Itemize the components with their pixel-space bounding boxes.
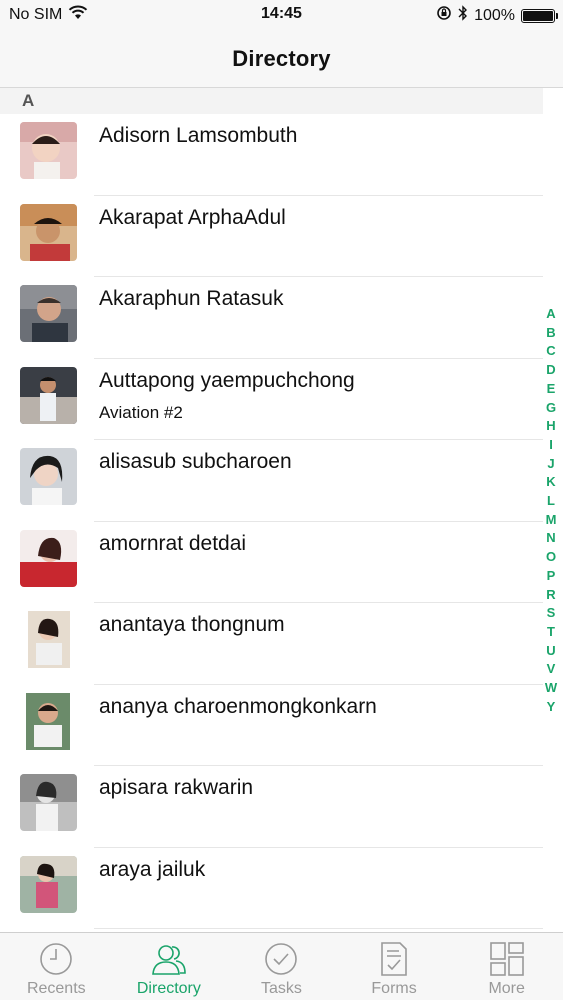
- index-letter[interactable]: K: [546, 473, 555, 492]
- tab-bar: Recents Directory Tasks Forms More: [0, 932, 563, 1000]
- index-letter[interactable]: S: [547, 604, 556, 623]
- page-title: Directory: [232, 45, 331, 71]
- contact-row[interactable]: Adisorn Lamsombuth: [0, 114, 543, 196]
- contact-row[interactable]: amornrat detdai: [0, 522, 543, 603]
- orientation-lock-icon: [436, 5, 452, 26]
- index-letter[interactable]: V: [547, 660, 556, 679]
- tab-label: Directory: [136, 980, 201, 997]
- index-letter[interactable]: N: [546, 529, 555, 548]
- clock-icon: [38, 941, 74, 977]
- index-letter[interactable]: G: [546, 399, 556, 418]
- tab-label: Recents: [26, 980, 86, 997]
- avatar: [20, 529, 77, 587]
- contact-name: anantaya thongnum: [99, 613, 285, 636]
- section-header: A: [0, 88, 543, 114]
- form-document-icon: [376, 941, 412, 977]
- tab-directory[interactable]: Directory: [113, 933, 226, 1000]
- row-divider: [94, 928, 543, 929]
- index-letter[interactable]: A: [546, 305, 555, 324]
- tab-label: More: [488, 980, 525, 997]
- avatar: [20, 855, 77, 913]
- avatar: [20, 774, 77, 831]
- avatar: [20, 448, 77, 505]
- contact-list: Adisorn Lamsombuth Akarapat ArphaAdul Ak…: [0, 114, 543, 929]
- contact-row[interactable]: Auttapong yaempuchchong Aviation #2: [0, 359, 543, 440]
- tab-more[interactable]: More: [450, 933, 563, 1000]
- index-letter[interactable]: I: [549, 436, 553, 455]
- tab-label: Tasks: [261, 980, 302, 997]
- index-letter[interactable]: D: [546, 361, 555, 380]
- tab-forms[interactable]: Forms: [338, 933, 451, 1000]
- contact-row[interactable]: araya jailuk: [0, 848, 543, 929]
- status-bar: No SIM 14:45 100%: [0, 0, 563, 30]
- tab-recents[interactable]: Recents: [0, 933, 113, 1000]
- bluetooth-icon: [458, 5, 468, 26]
- contact-row[interactable]: Akarapat ArphaAdul: [0, 196, 543, 277]
- contact-name: araya jailuk: [99, 857, 206, 881]
- index-letter[interactable]: E: [547, 380, 556, 399]
- contact-row[interactable]: alisasub subcharoen: [0, 440, 543, 522]
- avatar: [20, 285, 77, 342]
- contact-name: apisara rakwarin: [99, 776, 254, 799]
- contact-name: Akarapat ArphaAdul: [99, 205, 286, 229]
- battery-icon: [521, 8, 558, 23]
- status-right: 100%: [436, 5, 558, 26]
- checkmark-circle-icon: [263, 941, 299, 977]
- tab-tasks[interactable]: Tasks: [225, 933, 338, 1000]
- alphabet-index[interactable]: A B C D E G H I J K L M N O P R S T U V …: [543, 305, 559, 716]
- navigation-bar: Directory: [0, 30, 563, 88]
- avatar: [20, 366, 77, 424]
- index-letter[interactable]: M: [546, 511, 557, 530]
- index-letter[interactable]: R: [546, 586, 555, 605]
- battery-percentage: 100%: [474, 6, 515, 24]
- index-letter[interactable]: B: [546, 324, 555, 343]
- grid-icon: [489, 941, 525, 977]
- tab-label: Forms: [371, 980, 417, 997]
- contact-name: Akaraphun Ratasuk: [99, 287, 284, 310]
- people-icon: [151, 941, 187, 977]
- contact-name: ananya charoenmongkonkarn: [99, 694, 377, 718]
- contact-row[interactable]: ananya charoenmongkonkarn: [0, 685, 543, 766]
- contact-name: Adisorn Lamsombuth: [99, 124, 298, 147]
- contact-row[interactable]: apisara rakwarin: [0, 766, 543, 848]
- contact-row[interactable]: Akaraphun Ratasuk: [0, 277, 543, 359]
- index-letter[interactable]: U: [546, 642, 555, 661]
- avatar: [20, 122, 77, 179]
- contact-name: amornrat detdai: [99, 531, 247, 555]
- index-letter[interactable]: J: [547, 455, 554, 474]
- contact-subtitle: Aviation #2: [99, 402, 183, 422]
- avatar: [20, 203, 77, 261]
- avatar: [20, 611, 77, 668]
- avatar: [20, 692, 77, 750]
- index-letter[interactable]: P: [547, 567, 556, 586]
- index-letter[interactable]: O: [546, 548, 556, 567]
- index-letter[interactable]: W: [545, 679, 557, 698]
- index-letter[interactable]: T: [547, 623, 555, 642]
- index-letter[interactable]: C: [546, 342, 555, 361]
- contact-name: alisasub subcharoen: [99, 450, 292, 473]
- index-letter[interactable]: L: [547, 492, 555, 511]
- section-header-letter: A: [22, 91, 35, 110]
- contact-row[interactable]: anantaya thongnum: [0, 603, 543, 685]
- index-letter[interactable]: H: [546, 417, 555, 436]
- index-letter[interactable]: Y: [547, 698, 556, 717]
- contact-name: Auttapong yaempuchchong: [99, 368, 355, 392]
